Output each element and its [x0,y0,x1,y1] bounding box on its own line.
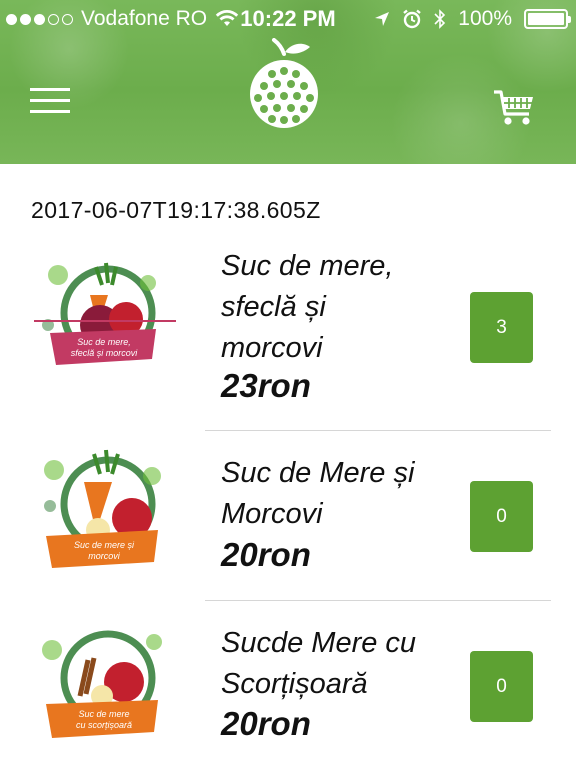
product-image-label-line1: Suc de mere și [74,540,135,550]
quantity-button[interactable]: 0 [470,651,533,722]
product-image: Suc de mere cu scorțișoară [28,620,176,754]
order-timestamp: 2017-06-07T19:17:38.605Z [31,197,321,223]
product-price: 20ron [221,705,311,742]
list-divider [205,430,551,431]
status-right: 100% [374,7,571,31]
product-name: Suc de Mere și Morcovi [221,457,415,530]
product-image: Suc de mere, sfeclă și morcovi [28,255,176,389]
quantity-button[interactable]: 0 [470,481,533,552]
product-image-label-line2: morcovi [88,551,121,561]
alarm-clock-icon [403,9,422,29]
product-price: 20ron [221,536,311,573]
product-image-label-line1: Suc de mere, [77,337,131,347]
product-name: Sucde Mere cu Scorțișoară [221,627,417,700]
list-divider [205,600,551,601]
location-arrow-icon [375,12,390,26]
apple-pattern-logo [250,38,318,128]
product-name: Suc de mere, sfeclă și morcovi [221,250,394,364]
hamburger-menu-icon[interactable] [30,88,72,114]
status-bar: Vodafone RO 10:22 PM 100% [0,0,576,38]
shopping-cart-icon[interactable] [492,88,536,128]
product-image-label-line2: cu scorțișoară [76,720,132,730]
battery-icon [524,9,571,29]
quantity-button[interactable]: 3 [470,292,533,363]
product-price: 23ron [221,367,311,404]
app-header: Vodafone RO 10:22 PM 100% [0,0,576,164]
product-image: Suc de mere și morcovi [28,446,176,580]
bluetooth-icon [434,9,446,29]
product-image-label-line1: Suc de mere [78,709,129,719]
product-image-label-line2: sfeclă și morcovi [71,348,139,358]
battery-percent: 100% [458,7,512,30]
